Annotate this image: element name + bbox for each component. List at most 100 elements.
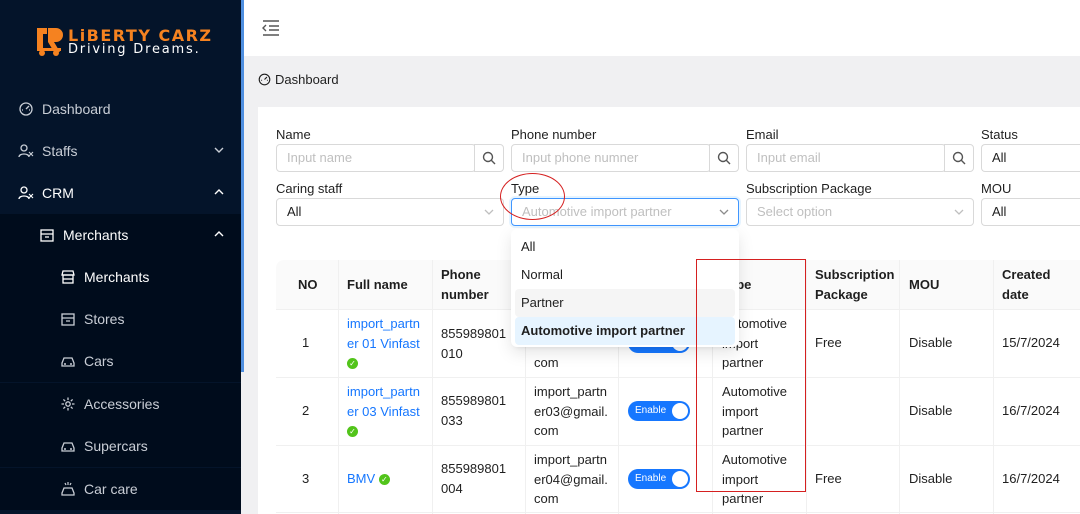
breadcrumb-label[interactable]: Dashboard [275, 72, 339, 87]
chevron-down-icon [954, 209, 964, 215]
search-icon [952, 151, 966, 165]
column-header-line: date [1002, 287, 1029, 302]
column-header-mou[interactable]: MOU [909, 275, 939, 295]
sidebar-item-dashboard[interactable]: Dashboard [0, 88, 241, 130]
row-divider [276, 445, 1080, 446]
phone-line: 855989801 [441, 461, 507, 476]
sidebar-item-accessories[interactable]: Accessories [0, 383, 241, 425]
email-cell: import_partn er03@gmail. com [534, 382, 608, 441]
email-line: er04@gmail. [534, 471, 608, 487]
row-divider [276, 512, 1080, 513]
status-toggle[interactable]: Enable [628, 469, 690, 489]
search-icon [482, 151, 496, 165]
status-toggle-label: Enable [635, 473, 667, 484]
email-line: com [534, 491, 559, 506]
sidebar: LiBERTY CARZ Driving Dreams. Dashboard S… [0, 0, 241, 514]
phone-search-button[interactable] [709, 144, 739, 172]
column-header-line: Subscription [815, 267, 895, 282]
sidebar-item-cars[interactable]: Cars [0, 340, 241, 382]
sidebar-item-staffs[interactable]: Staffs [0, 130, 241, 172]
subscription-select[interactable]: Select option [746, 198, 974, 226]
chevron-up-icon [214, 189, 224, 195]
chevron-down-icon [214, 147, 224, 153]
status-toggle[interactable]: Enable [628, 401, 690, 421]
brand-logo[interactable]: LiBERTY CARZ Driving Dreams. [34, 26, 224, 60]
menu-fold-icon[interactable] [262, 20, 280, 36]
name-search-button[interactable] [474, 144, 504, 172]
sidebar-item-merchants[interactable]: Merchants [0, 256, 241, 298]
name-input[interactable]: Input name [276, 144, 476, 172]
column-header-full-name[interactable]: Full name [347, 275, 408, 295]
check-circle-icon: ✓ [347, 358, 358, 370]
phone-line: 033 [441, 412, 463, 428]
name-line: import_partn [347, 316, 420, 331]
column-header-no[interactable]: NO [298, 275, 318, 295]
shop-icon [60, 269, 76, 285]
column-divider [338, 260, 339, 514]
breadcrumb: Dashboard [258, 72, 339, 87]
sidebar-item-merchants-group[interactable]: Merchants [0, 214, 241, 256]
merchant-name-link[interactable]: import_partn er 03 Vinfast ✓ [347, 382, 420, 441]
sidebar-item-label: Merchants [84, 269, 150, 285]
column-divider [806, 260, 807, 514]
email-line: er03@gmail. [534, 403, 608, 419]
email-search-button[interactable] [944, 144, 974, 172]
phone-input[interactable]: Input phone numner [511, 144, 711, 172]
status-select[interactable]: All [981, 144, 1080, 172]
sidebar-item-crm[interactable]: CRM [0, 172, 241, 214]
store-icon [60, 311, 76, 327]
sidebar-item-label: Dashboard [42, 101, 111, 117]
sidebar-item-label: Car care [84, 481, 138, 497]
sidebar-item-car-care[interactable]: Car care [0, 468, 241, 510]
mou-filter-label: MOU [981, 181, 1012, 196]
column-header-phone[interactable]: Phone number [441, 265, 489, 305]
verified-badge: ✓ [347, 421, 420, 441]
logo-mark-icon [37, 28, 63, 56]
staff-icon [18, 143, 34, 159]
column-header-line: Package [815, 287, 868, 302]
sidebar-item-label: Cars [84, 353, 114, 369]
chevron-up-icon [214, 231, 224, 237]
mou-select[interactable]: All [981, 198, 1080, 226]
toggle-knob [672, 403, 688, 419]
column-divider [993, 260, 994, 514]
phone-cell: 855989801 033 [441, 391, 506, 430]
sidebar-item-label: Staffs [42, 143, 78, 159]
row-number: 2 [302, 403, 310, 418]
column-header-subscription[interactable]: Subscription Package [815, 265, 894, 305]
sidebar-item-label: Accessories [84, 396, 160, 412]
created-date-cell: 16/7/2024 [1002, 471, 1060, 486]
merchant-name-link[interactable]: BMV ✓ [347, 469, 390, 489]
merchant-name-link[interactable]: import_partn er 01 Vinfast ✓ [347, 314, 420, 373]
sidebar-item-stores[interactable]: Stores [0, 298, 241, 340]
column-divider [432, 260, 433, 514]
sidebar-item-supercars[interactable]: Supercars [0, 425, 241, 467]
car-icon [60, 353, 76, 369]
email-input[interactable]: Input email [746, 144, 946, 172]
phone-line: 855989801 [441, 393, 507, 408]
mou-cell: Disable [909, 471, 953, 486]
status-toggle-label: Enable [635, 405, 667, 416]
check-circle-icon: ✓ [347, 426, 358, 438]
column-header-created-date[interactable]: Created date [1002, 265, 1050, 305]
phone-cell: 855989801 010 [441, 324, 506, 363]
crm-icon [18, 185, 34, 201]
caring-staff-select[interactable]: All [276, 198, 504, 226]
chevron-down-icon [719, 209, 729, 215]
email-line: com [534, 423, 559, 438]
sidebar-item-label: CRM [42, 185, 74, 201]
dashboard-icon [258, 73, 271, 86]
column-header-line: Phone [441, 267, 481, 282]
email-filter-label: Email [746, 127, 779, 142]
email-line: import_partn [534, 452, 607, 467]
type-option-all[interactable]: All [515, 233, 735, 261]
sidebar-item-label: Merchants [63, 227, 129, 243]
phone-line: 855989801 [441, 326, 507, 341]
phone-filter-label: Phone number [511, 127, 597, 142]
row-number: 3 [302, 471, 310, 486]
name-line: BMV [347, 471, 376, 486]
name-line: er 03 Vinfast [347, 403, 420, 419]
chevron-down-icon [484, 209, 494, 215]
verified-badge: ✓ [347, 353, 420, 373]
caring-staff-filter-label: Caring staff [276, 181, 343, 196]
